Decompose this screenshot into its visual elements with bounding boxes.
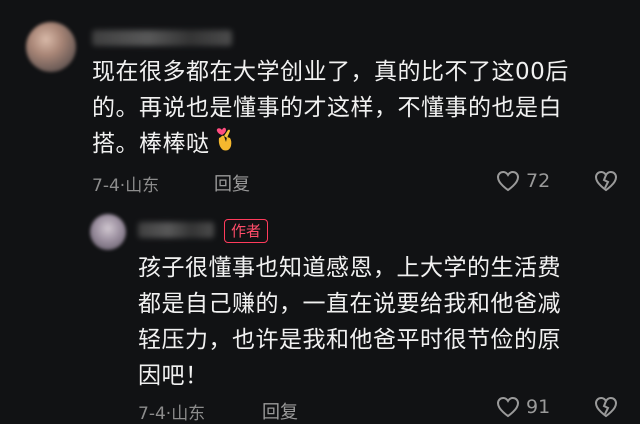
reply-button[interactable]: 回复 [214, 170, 250, 196]
like-count: 72 [526, 170, 551, 192]
reply-button[interactable]: 回复 [262, 398, 298, 424]
heart-outline-icon [496, 170, 520, 192]
broken-heart-icon [594, 170, 618, 192]
like-count: 91 [526, 396, 551, 418]
heart-outline-icon [496, 396, 520, 418]
comment-line: 孩子很懂事也知道感恩，上大学的生活费 [138, 255, 561, 281]
username-blurred[interactable] [138, 222, 214, 238]
comment-line: 的。再说也是懂事的才这样，不懂事的也是白 [92, 95, 562, 121]
comment-date: 7-4 [92, 176, 120, 196]
username-blurred[interactable] [92, 30, 232, 46]
comment-line: 现在很多都在大学创业了，真的比不了这00后 [92, 59, 569, 85]
comment-body: 现在很多都在大学创业了，真的比不了这00后 的。再说也是懂事的才这样，不懂事的也… [92, 54, 569, 163]
comment-line: 轻压力，也许是我和他爸平时很节俭的原 [138, 327, 561, 353]
comment-body: 孩子很懂事也知道感恩，上大学的生活费 都是自己赚的，一直在说要给我和他爸减 轻压… [138, 250, 561, 394]
avatar[interactable] [90, 214, 126, 250]
comment-line: 都是自己赚的，一直在说要给我和他爸减 [138, 291, 561, 317]
comment-location: 山东 [125, 176, 160, 196]
dislike-button[interactable] [594, 396, 618, 422]
broken-heart-icon [594, 396, 618, 418]
like-button[interactable]: 91 [496, 396, 550, 418]
comment-location: 山东 [171, 404, 206, 424]
comment-date: 7-4 [138, 404, 166, 424]
dislike-button[interactable] [594, 170, 618, 196]
comment-line: 搭。棒棒哒 [92, 126, 569, 163]
comment-meta: 7-4·山东 [92, 171, 159, 196]
comment-meta: 7-4·山东 [138, 399, 205, 424]
finger-heart-icon [214, 126, 236, 163]
author-badge: 作者 [224, 219, 269, 243]
avatar[interactable] [26, 22, 76, 72]
like-button[interactable]: 72 [496, 170, 550, 192]
comment-line: 因吧！ [138, 363, 209, 389]
